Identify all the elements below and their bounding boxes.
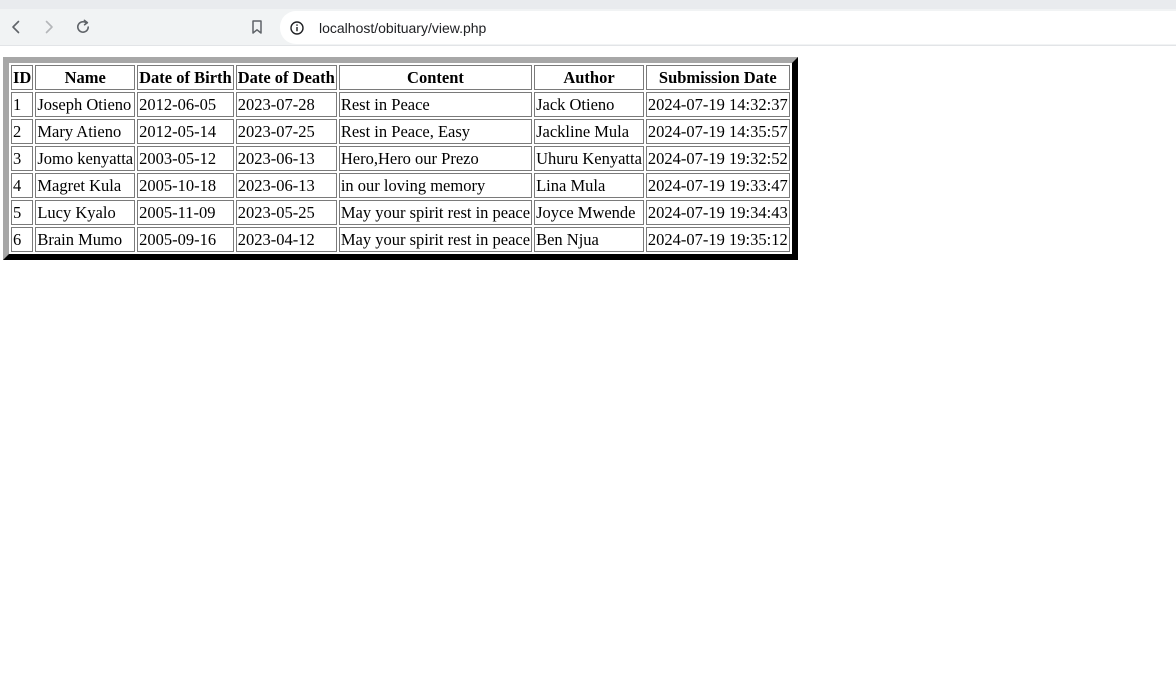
- column-header-author: Author: [534, 65, 644, 90]
- cell-submission-date: 2024-07-19 19:32:52: [645, 146, 790, 171]
- table-row: 4 Magret Kula 2005-10-18 2023-06-13 in o…: [11, 173, 790, 198]
- cell-name: Mary Atieno: [35, 119, 136, 144]
- column-header-name: Name: [35, 65, 136, 90]
- cell-author: Jackline Mula: [534, 119, 644, 144]
- table-row: 3 Jomo kenyatta 2003-05-12 2023-06-13 He…: [11, 146, 790, 171]
- table-row: 1 Joseph Otieno 2012-06-05 2023-07-28 Re…: [11, 92, 790, 117]
- cell-date-of-death: 2023-04-12: [235, 227, 337, 252]
- cell-author: Ben Njua: [534, 227, 644, 252]
- cell-author: Uhuru Kenyatta: [534, 146, 644, 171]
- cell-submission-date: 2024-07-19 19:34:43: [645, 200, 790, 225]
- cell-date-of-birth: 2005-10-18: [137, 173, 234, 198]
- cell-date-of-death: 2023-07-28: [235, 92, 337, 117]
- reload-button[interactable]: [71, 15, 95, 39]
- cell-id: 2: [11, 119, 34, 144]
- cell-content: in our loving memory: [338, 173, 533, 198]
- cell-date-of-birth: 2012-06-05: [137, 92, 234, 117]
- table-header-row: ID Name Date of Birth Date of Death Cont…: [11, 65, 790, 90]
- cell-date-of-death: 2023-07-25: [235, 119, 337, 144]
- column-header-content: Content: [338, 65, 533, 90]
- cell-date-of-death: 2023-06-13: [235, 173, 337, 198]
- forward-button[interactable]: [37, 15, 61, 39]
- cell-author: Lina Mula: [534, 173, 644, 198]
- cell-content: Hero,Hero our Prezo: [338, 146, 533, 171]
- cell-date-of-birth: 2012-05-14: [137, 119, 234, 144]
- cell-author: Joyce Mwende: [534, 200, 644, 225]
- url-text[interactable]: localhost/obituary/view.php: [319, 20, 486, 36]
- browser-toolbar: localhost/obituary/view.php: [0, 9, 1176, 46]
- cell-date-of-death: 2023-05-25: [235, 200, 337, 225]
- bookmark-button[interactable]: [245, 15, 269, 39]
- cell-submission-date: 2024-07-19 19:33:47: [645, 173, 790, 198]
- cell-date-of-birth: 2005-09-16: [137, 227, 234, 252]
- window-top-strip: [0, 0, 1176, 9]
- table-row: 2 Mary Atieno 2012-05-14 2023-07-25 Rest…: [11, 119, 790, 144]
- column-header-date-of-birth: Date of Birth: [137, 65, 234, 90]
- cell-id: 3: [11, 146, 34, 171]
- cell-id: 1: [11, 92, 34, 117]
- column-header-id: ID: [11, 65, 34, 90]
- cell-name: Magret Kula: [35, 173, 136, 198]
- cell-name: Lucy Kyalo: [35, 200, 136, 225]
- cell-id: 6: [11, 227, 34, 252]
- arrow-left-icon: [12, 20, 20, 34]
- cell-name: Jomo kenyatta: [35, 146, 136, 171]
- cell-date-of-birth: 2005-11-09: [137, 200, 234, 225]
- site-info-icon[interactable]: [289, 20, 305, 36]
- cell-submission-date: 2024-07-19 14:32:37: [645, 92, 790, 117]
- cell-id: 5: [11, 200, 34, 225]
- cell-submission-date: 2024-07-19 19:35:12: [645, 227, 790, 252]
- arrow-right-icon: [45, 20, 53, 34]
- column-header-submission-date: Submission Date: [645, 65, 790, 90]
- address-bar[interactable]: localhost/obituary/view.php: [280, 11, 1176, 44]
- obituary-table: ID Name Date of Birth Date of Death Cont…: [3, 57, 798, 260]
- cell-date-of-death: 2023-06-13: [235, 146, 337, 171]
- bookmark-icon: [252, 20, 262, 34]
- cell-content: Rest in Peace: [338, 92, 533, 117]
- column-header-date-of-death: Date of Death: [235, 65, 337, 90]
- back-button[interactable]: [4, 15, 28, 39]
- cell-author: Jack Otieno: [534, 92, 644, 117]
- cell-name: Joseph Otieno: [35, 92, 136, 117]
- table-row: 6 Brain Mumo 2005-09-16 2023-04-12 May y…: [11, 227, 790, 252]
- page-content: ID Name Date of Birth Date of Death Cont…: [0, 46, 1176, 260]
- reload-icon: [77, 19, 89, 33]
- cell-name: Brain Mumo: [35, 227, 136, 252]
- cell-content: May your spirit rest in peace: [338, 200, 533, 225]
- cell-submission-date: 2024-07-19 14:35:57: [645, 119, 790, 144]
- cell-date-of-birth: 2003-05-12: [137, 146, 234, 171]
- cell-id: 4: [11, 173, 34, 198]
- cell-content: Rest in Peace, Easy: [338, 119, 533, 144]
- table-row: 5 Lucy Kyalo 2005-11-09 2023-05-25 May y…: [11, 200, 790, 225]
- cell-content: May your spirit rest in peace: [338, 227, 533, 252]
